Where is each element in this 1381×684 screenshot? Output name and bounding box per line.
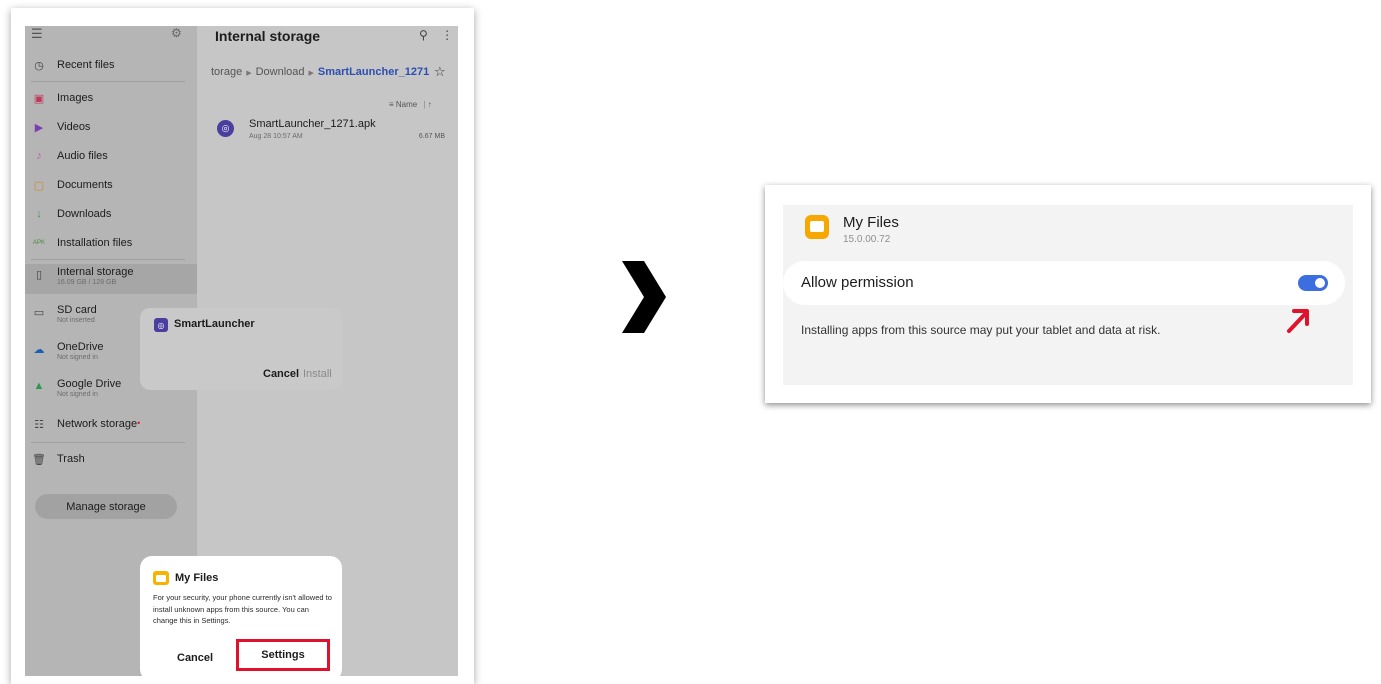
sidebar-item-trash[interactable]: 🗑 Trash [25,447,197,471]
dialog-title: My Files [175,572,219,584]
breadcrumb-current[interactable]: SmartLauncher_1271 [318,66,429,78]
arrow-annotation-icon [1287,309,1309,333]
search-icon[interactable]: ⚲ [419,28,428,42]
sidebar-item-label: Google Drive [57,378,122,390]
divider [31,442,185,443]
music-icon: ♪ [36,150,42,162]
star-icon[interactable]: ☆ [434,64,446,80]
sidebar-item-label: Internal storage [57,266,134,278]
folder-icon [153,571,169,585]
left-screenshot: ☰ ⚙ ◷ Recent files ▣ Images ▶ Videos ♪ A… [11,8,474,684]
sidebar-item-downloads[interactable]: ↓ Downloads [25,202,197,226]
file-size: 6.67 MB [418,133,445,140]
app-permission-panel: My Files 15.0.00.72 Allow permission Ins… [783,205,1353,385]
sidebar-top: ☰ ⚙ [25,26,197,52]
cancel-button[interactable]: Cancel [177,652,213,664]
sidebar-item-label: Network storage• [57,418,140,430]
menu-icon[interactable]: ☰ [31,26,43,42]
sidebar-item-network-storage[interactable]: ☷ Network storage• [25,412,197,436]
page-title: Internal storage [215,28,321,44]
folder-icon [805,215,829,239]
divider [31,259,185,260]
toggle-knob [1315,278,1325,288]
tablet-screen: ☰ ⚙ ◷ Recent files ▣ Images ▶ Videos ♪ A… [25,26,458,676]
sidebar-item-videos[interactable]: ▶ Videos [25,115,197,139]
download-icon: ↓ [36,208,42,220]
clock-icon: ◷ [34,59,44,72]
apk-file-icon: ◎ [217,120,234,137]
breadcrumb-item[interactable]: Download [256,66,305,78]
new-badge: • [137,418,141,428]
sidebar-item-text: Internal storage 16.09 GB / 128 GB [57,266,133,286]
sidebar-item-recent-files[interactable]: ◷ Recent files [25,53,197,77]
sidebar-item-label: Downloads [57,208,112,220]
sidebar-item-internal-storage[interactable]: ▯ Internal storage 16.09 GB / 128 GB [25,264,197,294]
sdcard-icon: ▭ [33,306,45,319]
sidebar-item-label: Images [57,92,94,104]
sidebar-item-label: Trash [57,453,85,465]
dialog-message: For your security, your phone currently … [153,593,332,625]
trash-icon: 🗑 [32,453,46,466]
sidebar-item-images[interactable]: ▣ Images [25,86,197,110]
cancel-button[interactable]: Cancel [263,368,299,380]
breadcrumb-item[interactable]: torage [211,66,242,78]
install-button[interactable]: Install [303,368,332,380]
more-options-icon[interactable]: ⋮ [441,28,453,42]
risk-warning-text: Installing apps from this source may put… [801,323,1161,337]
sidebar-item-installation-files[interactable]: APK Installation files [25,231,197,255]
chevron-right-icon: ▶ [308,70,314,77]
divider [31,81,185,82]
settings-button[interactable]: Settings [236,639,330,671]
phone-icon: ▯ [35,268,43,281]
network-storage-icon: ☷ [34,418,44,431]
chevron-right-icon [622,261,666,333]
right-screenshot: My Files 15.0.00.72 Allow permission Ins… [765,185,1371,403]
file-row[interactable]: ◎ SmartLauncher_1271.apk Aug 28 10:57 AM… [215,118,451,148]
sort-icon: ≡ [389,100,394,109]
sidebar-item-documents[interactable]: ▢ Documents [25,173,197,197]
app-version: 15.0.00.72 [843,234,891,245]
sidebar-item-label: Documents [57,179,113,191]
sidebar-item-sub: Not inserted [57,317,95,324]
sidebar-item-label: Videos [57,121,91,133]
install-dialog: ◎ SmartLauncher Cancel Install [140,308,342,390]
onedrive-icon: ☁ [33,343,45,356]
sidebar-item-text: SD card Not inserted [57,304,97,324]
sidebar-item-text: Google Drive Not signed in [57,378,121,398]
document-icon: ▢ [33,179,45,192]
sidebar-item-label: OneDrive [57,341,104,353]
sidebar-item-sub: Not signed in [57,354,98,361]
video-icon: ▶ [34,121,44,134]
sort-control[interactable]: ≡ Name | ↑ [389,100,432,109]
file-date: Aug 28 10:57 AM [249,133,303,140]
gear-icon[interactable]: ⚙ [171,26,182,40]
file-name: SmartLauncher_1271.apk [249,118,376,130]
google-drive-icon: ▲ [33,380,45,392]
sidebar-item-text: OneDrive Not signed in [57,341,103,361]
sidebar-item-label: Audio files [57,150,108,162]
allow-permission-row[interactable]: Allow permission [783,261,1345,305]
sidebar-item-audio-files[interactable]: ♪ Audio files [25,144,197,168]
sidebar-item-label-text: Network storage [57,418,138,430]
sidebar-item-label: Installation files [57,237,133,249]
app-name: My Files [843,214,899,231]
permission-label: Allow permission [801,274,914,291]
manage-storage-button[interactable]: Manage storage [35,494,177,519]
allow-permission-toggle[interactable] [1298,275,1328,291]
divider: | [423,100,426,109]
arrow-up-icon[interactable]: ↑ [428,100,432,109]
sort-label: Name [395,100,418,109]
header-actions: ⚲ ⋮ [419,28,453,42]
sidebar-item-label: Recent files [57,59,115,71]
security-dialog: My Files For your security, your phone c… [140,556,342,676]
chevron-right-icon: ▶ [246,70,252,77]
apk-icon: APK [32,240,45,246]
dialog-title: SmartLauncher [174,318,255,330]
image-icon: ▣ [33,92,45,105]
sidebar-item-sub: Not signed in [57,391,98,398]
breadcrumb: torage ▶ Download ▶ SmartLauncher_1271 [211,66,429,78]
smartlauncher-icon: ◎ [154,318,168,332]
sidebar-item-sub: 16.09 GB / 128 GB [57,279,117,286]
sidebar-item-label: SD card [57,304,97,316]
